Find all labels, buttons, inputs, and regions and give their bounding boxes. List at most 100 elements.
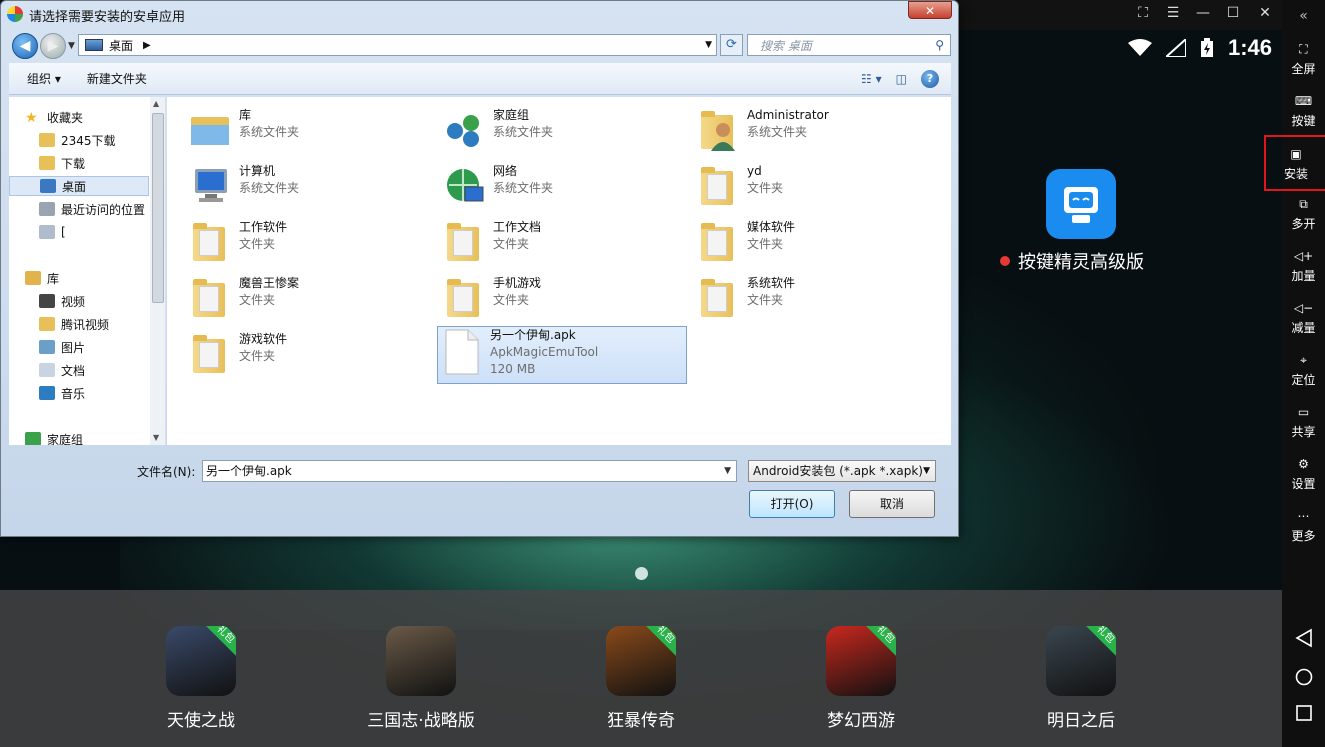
scroll-down-icon[interactable]: ▼ [153, 433, 159, 442]
filename-value[interactable]: 另一个伊甸.apk [206, 464, 292, 478]
dialog-close-button[interactable]: ✕ [908, 1, 952, 19]
collapse-sidebar-button[interactable]: « [1282, 8, 1325, 24]
sidebar-item[interactable]: ◁− 减量 [1282, 297, 1325, 336]
dock-app[interactable]: 礼包 明日之后 [1001, 626, 1161, 731]
file-name: 另一个伊甸.apk [490, 328, 576, 342]
nav-item-label: 库 [47, 271, 60, 286]
file-name: 游戏软件 [239, 332, 288, 346]
maximize-icon[interactable]: ☐ [1222, 5, 1244, 21]
gift-badge: 礼包 [862, 626, 896, 658]
nav-item[interactable]: 音乐 [9, 383, 149, 403]
app-dock: 礼包 天使之战 三国志·战略版 礼包 狂暴传奇 礼包 梦幻西游 礼包 明日之后 [0, 590, 1282, 747]
file-item[interactable]: 媒体软件 文件夹 [695, 219, 945, 273]
file-item[interactable]: 库系统文件夹 [187, 107, 437, 161]
sidebar-item[interactable]: ⌖ 定位 [1282, 349, 1325, 388]
file-item[interactable]: 计算机 系统文件夹 [187, 163, 437, 217]
sidebar-item[interactable]: ▭ 共享 [1282, 401, 1325, 440]
new-folder-button[interactable]: 新建文件夹 [77, 70, 157, 87]
sidebar-item-label: 全屏 [1291, 62, 1316, 76]
scrollbar-thumb[interactable] [152, 113, 164, 303]
minimize-icon[interactable]: — [1192, 5, 1214, 21]
nav-item-label: 视频 [61, 294, 86, 309]
open-button[interactable]: 打开(O) [749, 490, 835, 518]
nav-item[interactable]: 最近访问的位置 [9, 199, 149, 219]
file-item[interactable]: 游戏软件 文件夹 [187, 331, 437, 385]
file-type: 文件夹 [747, 237, 784, 251]
wifi-icon [1127, 39, 1152, 56]
nav-item[interactable]: 下载 [9, 153, 149, 173]
dialog-toolbar: 组织 ▾ 新建文件夹 ☷ ▾ ◫ ? [9, 63, 951, 95]
sidebar-item[interactable]: ◁+ 加量 [1282, 245, 1325, 284]
dialog-title-bar[interactable]: 请选择需要安装的安卓应用 ✕ [1, 1, 958, 29]
crumb-arrow-icon[interactable]: ▶ [143, 40, 151, 51]
file-item[interactable]: 系统软件 文件夹 [695, 275, 945, 329]
back-nav-button[interactable] [1282, 628, 1325, 648]
search-input[interactable]: 搜索 桌面 ⚲ [747, 34, 951, 56]
dock-app[interactable]: 礼包 狂暴传奇 [561, 626, 721, 731]
filename-dropdown-icon[interactable]: ▼ [724, 461, 731, 481]
chevron-down-icon[interactable]: ▼ [923, 461, 930, 481]
nav-item-label: 2345下载 [61, 133, 116, 148]
sidebar-item[interactable]: ⚙ 设置 [1282, 453, 1325, 492]
file-item[interactable]: 魔兽王惨案 文件夹 [187, 275, 437, 329]
refresh-button[interactable]: ⟳ [720, 34, 743, 56]
nav-item[interactable]: 家庭组 [9, 429, 149, 445]
nav-item[interactable]: 2345下载 [9, 130, 149, 150]
sidebar-item-label: 设置 [1291, 477, 1316, 491]
nav-item[interactable]: 图片 [9, 337, 149, 357]
file-item[interactable]: 另一个伊甸.apk ApkMagicEmuTool 120 MB [437, 326, 687, 384]
sidebar-item[interactable]: ⌨ 按键 [1282, 90, 1325, 129]
dock-app[interactable]: 礼包 梦幻西游 [781, 626, 941, 731]
recent-locations-dropdown[interactable]: ▼ [68, 41, 75, 51]
nav-item-label: 桌面 [62, 179, 87, 194]
file-item[interactable]: Administrator 系统文件夹 [695, 107, 945, 161]
address-dropdown-icon[interactable]: ▼ [705, 40, 712, 50]
address-bar[interactable]: 桌面 ▶ ▼ [78, 34, 717, 56]
recent-apps-nav-button[interactable] [1282, 704, 1325, 722]
app-icon-anjian[interactable] [1046, 169, 1116, 239]
dock-app[interactable]: 三国志·战略版 [341, 626, 501, 731]
nav-item[interactable]: 库 [9, 268, 149, 288]
preview-pane-icon[interactable]: ◫ [896, 72, 907, 86]
file-item[interactable]: 家庭组 系统文件夹 [441, 107, 691, 161]
nav-item[interactable]: 视频 [9, 291, 149, 311]
address-crumb[interactable]: 桌面 [109, 37, 133, 54]
dock-app-label: 明日之后 [1047, 711, 1115, 731]
nav-item[interactable]: 桌面 [9, 176, 149, 196]
file-item[interactable]: yd 文件夹 [695, 163, 945, 217]
forward-button[interactable]: ▶ [40, 33, 66, 59]
folder-icon [695, 219, 741, 265]
close-icon[interactable]: ✕ [1254, 5, 1276, 21]
sidebar-item[interactable]: ⛶ 全屏 [1282, 38, 1325, 77]
dock-app[interactable]: 礼包 天使之战 [121, 626, 281, 731]
file-item[interactable]: 网络 系统文件夹 [441, 163, 691, 217]
menu-icon[interactable]: ☰ [1162, 5, 1184, 21]
search-icon[interactable]: ⚲ [935, 38, 944, 52]
scroll-up-icon[interactable]: ▲ [153, 99, 159, 108]
nav-item[interactable]: [ [9, 222, 149, 242]
filename-input[interactable]: 另一个伊甸.apk ▼ [202, 460, 737, 482]
volume-up-icon: ◁+ [1293, 249, 1314, 263]
file-item[interactable]: 工作软件 文件夹 [187, 219, 437, 273]
home-nav-button[interactable] [1282, 667, 1325, 687]
file-name: 媒体软件 [747, 220, 796, 234]
file-item[interactable]: 手机游戏 文件夹 [441, 275, 691, 329]
cancel-button[interactable]: 取消 [849, 490, 935, 518]
sidebar-item-label: 多开 [1291, 217, 1316, 231]
nav-item[interactable]: ★ 收藏夹 [9, 107, 149, 127]
back-button[interactable]: ◀ [12, 33, 38, 59]
file-type-select[interactable]: Android安装包 (*.apk *.xapk) ▼ [748, 460, 936, 482]
help-icon[interactable]: ? [921, 70, 939, 88]
sidebar-item[interactable]: ▣ 安装 [1264, 135, 1325, 191]
sidebar-item[interactable]: ⋯ 更多 [1282, 505, 1325, 544]
nav-pane-scrollbar[interactable]: ▲ ▼ [150, 97, 165, 445]
nav-item[interactable]: 腾讯视频 [9, 314, 149, 334]
file-item[interactable]: 工作文档 文件夹 [441, 219, 691, 273]
file-type: ApkMagicEmuTool [490, 345, 599, 359]
sidebar-item[interactable]: ⧉ 多开 [1282, 193, 1325, 232]
view-options-icon[interactable]: ☷ ▾ [861, 72, 882, 86]
screenshot-icon[interactable]: ⛶ [1132, 5, 1154, 21]
page-indicator [635, 567, 648, 580]
nav-item[interactable]: 文档 [9, 360, 149, 380]
organize-button[interactable]: 组织 ▾ [17, 70, 71, 87]
